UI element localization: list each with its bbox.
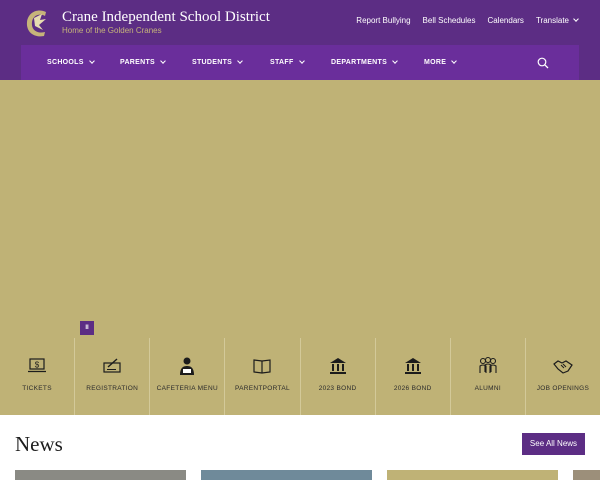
registration-icon — [103, 358, 121, 373]
search-icon[interactable] — [537, 57, 549, 69]
nav-schools[interactable]: SCHOOLS — [47, 57, 95, 66]
quick-link-label: PARENTPORTAL — [234, 385, 290, 392]
quick-link-registration[interactable]: REGISTRATION — [75, 338, 151, 415]
svg-text:$: $ — [35, 361, 40, 370]
bell-schedules-link[interactable]: Bell Schedules — [423, 16, 476, 25]
nav-label: DEPARTMENTS — [331, 59, 388, 66]
building-icon — [329, 358, 346, 374]
quick-link-label: 2026 BOND — [393, 385, 432, 392]
quick-link-parentportal[interactable]: PARENTPORTAL — [225, 338, 301, 415]
nav-students[interactable]: STUDENTS — [192, 57, 243, 66]
chevron-down-icon — [237, 57, 243, 64]
quick-link-label: JOB OPENINGS — [536, 385, 590, 392]
nav-staff[interactable]: STAFF — [270, 57, 305, 66]
chevron-down-icon — [392, 57, 398, 64]
quick-link-2023-bond[interactable]: 2023 BOND — [301, 338, 376, 415]
cafeteria-icon — [180, 357, 195, 375]
quick-link-label: 2023 BOND — [318, 385, 357, 392]
news-card-image[interactable] — [573, 470, 600, 480]
nav-more[interactable]: MORE — [424, 57, 458, 66]
report-bullying-link[interactable]: Report Bullying — [356, 16, 410, 25]
translate-label: Translate — [535, 16, 569, 25]
book-icon — [253, 359, 272, 374]
quick-link-alumni[interactable]: ALUMNI — [451, 338, 526, 415]
quick-link-label: CAFETERIA MENU — [156, 385, 218, 392]
calendars-link[interactable]: Calendars — [487, 16, 523, 25]
news-heading: News — [15, 432, 63, 456]
nav-departments[interactable]: DEPARTMENTS — [331, 57, 398, 66]
quick-link-tickets[interactable]: $ TICKETS — [0, 338, 76, 415]
chevron-down-icon — [160, 57, 166, 64]
chevron-down-icon — [88, 57, 95, 64]
quick-link-label: ALUMNI — [474, 385, 501, 392]
site-tagline: Home of the Golden Cranes — [62, 26, 162, 35]
quick-links: $ TICKETS REGISTRATION CAFETERIA MENU PA… — [0, 338, 600, 415]
news-card-image[interactable] — [201, 470, 372, 480]
nav-label: SCHOOLS — [47, 59, 84, 66]
quick-link-2026-bond[interactable]: 2026 BOND — [376, 338, 451, 415]
translate-dropdown[interactable]: Translate — [535, 16, 579, 25]
nav-label: STUDENTS — [192, 59, 233, 66]
chevron-down-icon — [451, 57, 458, 64]
ticket-icon: $ — [28, 358, 47, 373]
quick-link-label: TICKETS — [22, 385, 52, 392]
news-card-image[interactable] — [387, 470, 558, 480]
chevron-down-icon — [573, 16, 579, 22]
nav-label: PARENTS — [120, 59, 156, 66]
see-all-news-button[interactable]: See All News — [522, 433, 585, 455]
nav-label: STAFF — [270, 59, 294, 66]
quick-link-label: REGISTRATION — [86, 385, 139, 392]
nav-label: MORE — [424, 59, 447, 66]
nav-parents[interactable]: PARENTS — [120, 57, 166, 66]
utility-nav: Report Bullying Bell Schedules Calendars… — [356, 16, 579, 25]
slideshow-pause-button[interactable]: II — [80, 321, 94, 335]
handshake-icon — [553, 360, 573, 374]
building-icon — [404, 358, 421, 374]
chevron-down-icon — [298, 57, 305, 64]
crane-logo-icon[interactable] — [22, 6, 52, 40]
people-icon — [479, 356, 497, 373]
quick-link-job-openings[interactable]: JOB OPENINGS — [526, 338, 600, 415]
quick-link-cafeteria-menu[interactable]: CAFETERIA MENU — [150, 338, 226, 415]
news-card-image[interactable] — [15, 470, 186, 480]
site-title[interactable]: Crane Independent School District — [62, 9, 270, 26]
main-nav: SCHOOLS PARENTS STUDENTS STAFF DEPARTMEN… — [21, 45, 579, 80]
